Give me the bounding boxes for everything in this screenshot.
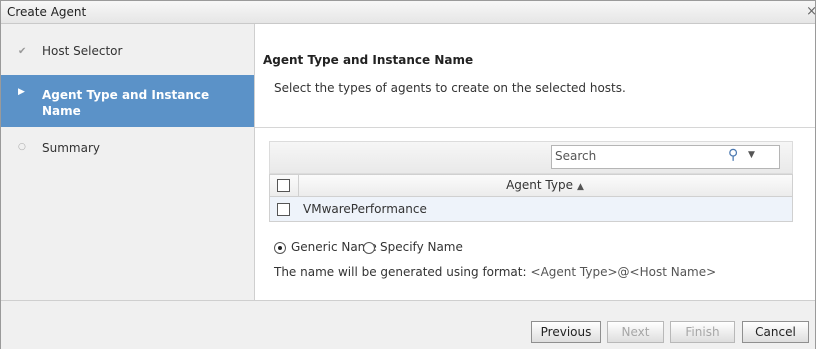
sidebar-item-label: Summary bbox=[42, 141, 100, 155]
name-format-note: The name will be generated using format:… bbox=[274, 265, 716, 279]
search-icon[interactable]: ⚲ bbox=[728, 147, 738, 163]
table-row[interactable]: VMwarePerformance bbox=[270, 197, 792, 221]
sidebar-item-summary[interactable]: ○ Summary bbox=[1, 141, 254, 159]
format-value: <Agent Type>@<Host Name> bbox=[530, 265, 717, 279]
agent-type-cell: VMwarePerformance bbox=[303, 202, 427, 216]
column-header-label: Agent Type bbox=[506, 178, 573, 192]
format-label: The name will be generated using format: bbox=[274, 265, 527, 279]
main-panel: Agent Type and Instance Name Select the … bbox=[255, 24, 815, 300]
arrow-right-icon: ▶ bbox=[18, 87, 25, 97]
wizard-steps-sidebar: ✔ Host Selector ▶ Agent Type and Instanc… bbox=[1, 24, 255, 300]
table-header: Agent Type ▲ bbox=[270, 175, 792, 197]
dialog-footer: Previous Next Finish Cancel bbox=[1, 300, 815, 349]
sidebar-item-host-selector[interactable]: ✔ Host Selector bbox=[1, 44, 254, 62]
close-icon[interactable]: × bbox=[806, 4, 816, 19]
next-button[interactable]: Next bbox=[607, 321, 664, 343]
generic-name-option[interactable]: Generic Name bbox=[274, 240, 377, 254]
cancel-button[interactable]: Cancel bbox=[742, 321, 809, 343]
generic-name-radio[interactable] bbox=[274, 241, 286, 254]
agent-type-table: Agent Type ▲ VMwarePerformance bbox=[269, 174, 793, 222]
section-description: Select the types of agents to create on … bbox=[274, 81, 626, 95]
sidebar-item-label: Host Selector bbox=[42, 44, 123, 58]
section-title: Agent Type and Instance Name bbox=[263, 53, 474, 67]
section-header: Agent Type and Instance Name Select the … bbox=[255, 24, 815, 128]
dialog-titlebar: Create Agent × bbox=[1, 1, 816, 24]
search-input[interactable] bbox=[555, 148, 725, 164]
specify-name-option[interactable]: Specify Name bbox=[363, 240, 463, 254]
sort-ascending-icon: ▲ bbox=[576, 182, 584, 192]
specify-name-radio[interactable] bbox=[363, 241, 375, 254]
create-agent-dialog: Create Agent × ✔ Host Selector ▶ Agent T… bbox=[0, 0, 816, 349]
search-box: ⚲ ▼ bbox=[551, 145, 780, 169]
previous-button[interactable]: Previous bbox=[531, 321, 601, 343]
select-all-checkbox[interactable] bbox=[277, 179, 290, 192]
header-checkbox-cell bbox=[270, 175, 299, 196]
column-header-agent-type[interactable]: Agent Type ▲ bbox=[298, 178, 792, 192]
dialog-title: Create Agent bbox=[7, 5, 87, 19]
search-toolbar: ⚲ ▼ bbox=[269, 141, 793, 174]
sidebar-item-label: Agent Type and Instance Name bbox=[42, 88, 210, 118]
finish-button[interactable]: Finish bbox=[670, 321, 735, 343]
circle-icon: ○ bbox=[18, 142, 26, 152]
row-checkbox[interactable] bbox=[277, 203, 290, 216]
specify-name-label: Specify Name bbox=[380, 240, 463, 254]
check-icon: ✔ bbox=[18, 46, 27, 57]
sidebar-item-agent-type[interactable]: ▶ Agent Type and Instance Name bbox=[1, 75, 254, 127]
chevron-down-icon[interactable]: ▼ bbox=[748, 150, 755, 160]
